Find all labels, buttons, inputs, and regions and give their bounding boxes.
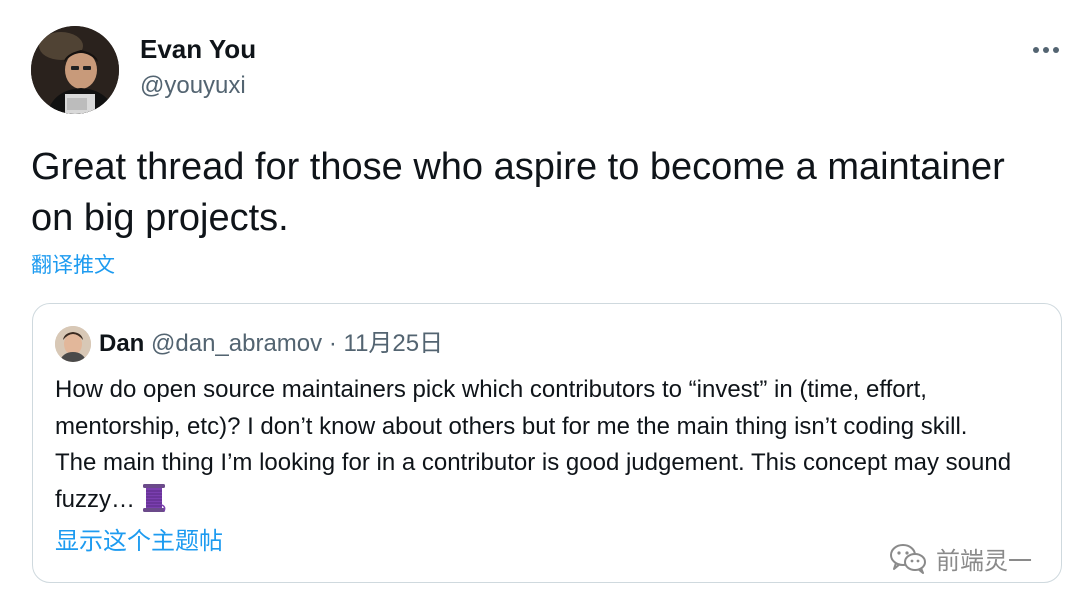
quoted-author-name: Dan <box>99 330 145 357</box>
author-handle[interactable]: @youyuxi <box>140 72 246 100</box>
header-separator: · <box>328 330 337 357</box>
more-horizontal-icon <box>1033 47 1059 53</box>
watermark-text: 前端灵一 <box>936 546 1032 575</box>
quoted-tweet-date[interactable]: 11月25日 <box>344 330 444 357</box>
quoted-tweet-text: How do open source maintainers pick whic… <box>55 376 1012 513</box>
quoted-author-avatar-image <box>55 326 91 362</box>
more-options-button[interactable] <box>1028 36 1064 60</box>
quoted-author-avatar <box>55 326 91 362</box>
tweet-text: Great thread for those who aspire to bec… <box>31 146 1005 239</box>
translate-tweet-link[interactable]: 翻译推文 <box>31 252 115 280</box>
wechat-icon <box>890 544 926 574</box>
author-avatar[interactable] <box>31 26 119 114</box>
author-name[interactable]: Evan You <box>140 34 256 64</box>
author-avatar-image <box>31 26 119 114</box>
watermark: 前端灵一 <box>888 538 1032 578</box>
quoted-author-handle: @dan_abramov <box>151 330 323 357</box>
quoted-tweet-header: Dan @dan_abramov · 11月25日 <box>99 328 443 360</box>
quoted-tweet-text-block: How do open source maintainers pick whic… <box>55 372 1015 518</box>
show-thread-link[interactable]: 显示这个主题帖 <box>55 526 223 558</box>
thread-spool-icon <box>141 483 167 513</box>
tweet-page: Evan You @youyuxi Great thread for those… <box>0 0 1080 604</box>
